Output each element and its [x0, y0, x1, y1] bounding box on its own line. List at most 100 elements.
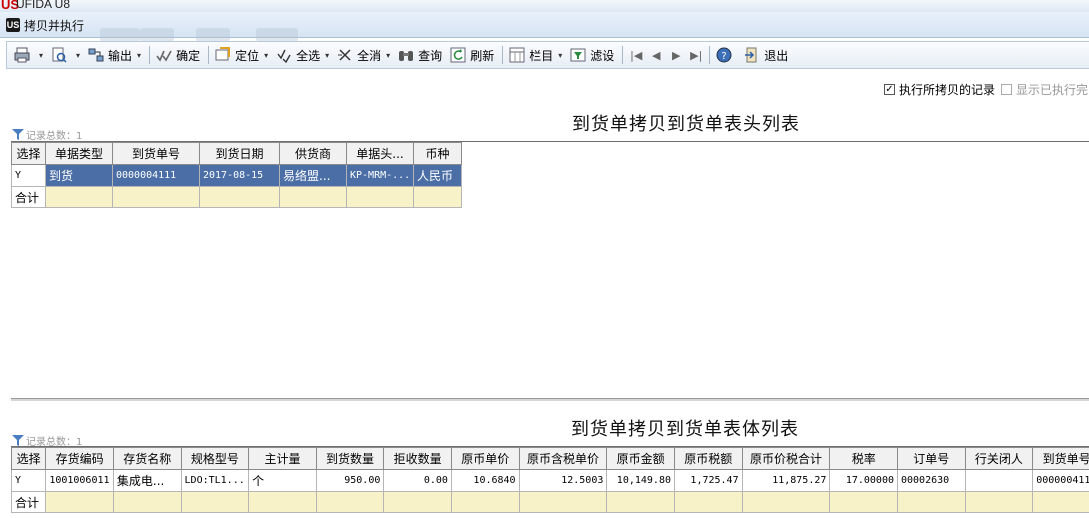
column-header[interactable]: 原币金额 [606, 447, 675, 470]
confirm-button[interactable]: 确定 [153, 44, 203, 66]
table-cell[interactable]: 到货 [45, 164, 113, 187]
app-title-bar: US UFIDA U8 [0, 0, 1089, 12]
toolbar-separator [502, 46, 504, 64]
column-header[interactable]: 选择 [10, 447, 47, 470]
table-cell[interactable]: 集成电... [112, 469, 182, 492]
next-record-button[interactable]: ▶ [666, 44, 686, 66]
print-button[interactable]: ▾ [11, 44, 46, 66]
total-cell [45, 491, 114, 513]
exit-button[interactable]: 退出 [741, 44, 791, 66]
select-cell[interactable]: Y [11, 164, 46, 187]
table-cell[interactable]: LDO:TL1... [180, 469, 250, 492]
column-header[interactable]: 原币税额 [673, 447, 743, 470]
refresh-button[interactable]: 刷新 [447, 44, 497, 66]
last-record-button[interactable]: ▶| [686, 44, 706, 66]
table-cell[interactable]: 0000004111 [1032, 469, 1089, 492]
total-cell [606, 491, 675, 513]
toolbar-separator [149, 46, 151, 64]
show-executed-checkbox[interactable] [1001, 83, 1012, 95]
table-cell[interactable]: 0.00 [383, 469, 452, 492]
column-header[interactable]: 到货单号 [112, 142, 200, 165]
column-header[interactable]: 行关闭人 [964, 447, 1034, 470]
total-cell [248, 491, 317, 513]
header-table: 选择 单据类型 到货单号 到货日期 供货商 单据头... 币种 Y 到货 000… [11, 142, 462, 208]
column-header[interactable]: 原币单价 [450, 447, 520, 470]
chevron-down-icon[interactable]: ▾ [325, 51, 329, 60]
first-record-button[interactable]: |◀ [626, 44, 646, 66]
column-header[interactable]: 税率 [829, 447, 898, 470]
column-header[interactable]: 订单号 [897, 447, 966, 470]
filter-icon [12, 435, 24, 446]
column-header[interactable]: 原币价税合计 [741, 447, 831, 470]
export-button[interactable]: 输出 ▾ [85, 44, 144, 66]
table-cell[interactable]: 17.00000 [829, 469, 898, 492]
column-header[interactable]: 供货商 [279, 142, 347, 165]
table-cell[interactable]: 00002630 [897, 469, 966, 492]
select-cell[interactable]: Y [10, 469, 47, 492]
chevron-down-icon[interactable]: ▾ [386, 51, 390, 60]
column-header[interactable]: 单据类型 [45, 142, 113, 165]
column-header[interactable]: 到货单号 [1032, 447, 1089, 470]
previous-record-button[interactable]: ◀ [646, 44, 666, 66]
columns-button[interactable]: 栏目 ▾ [506, 44, 565, 66]
toolbar-separator [208, 46, 210, 64]
query-button[interactable]: 查询 [395, 44, 445, 66]
column-header[interactable]: 选择 [11, 142, 46, 165]
filter-settings-icon [570, 47, 586, 63]
table-row[interactable]: Y 到货 0000004111 2017-08-15 易络盟... KP-MRM… [11, 164, 462, 187]
background-tab [100, 28, 140, 42]
column-header[interactable]: 原币含税单价 [518, 447, 608, 470]
help-button[interactable]: ? [713, 44, 739, 66]
column-header[interactable]: 存货编码 [45, 447, 114, 470]
table-cell[interactable]: 12.5003 [518, 469, 608, 492]
total-cell [180, 491, 250, 513]
show-executed-option[interactable]: 显示已执行完 [1001, 81, 1088, 97]
table-row[interactable]: Y 1001006011 集成电... LDO:TL1... 个 950.00 … [10, 469, 1089, 492]
table-cell[interactable]: 10,149.80 [606, 469, 675, 492]
table-cell[interactable]: 1,725.47 [673, 469, 743, 492]
deselect-all-label: 全消 [357, 48, 382, 63]
chevron-down-icon[interactable]: ▾ [39, 51, 43, 60]
deselect-all-button[interactable]: 全消 ▾ [334, 44, 393, 66]
confirm-label: 确定 [176, 48, 201, 63]
toolbar: ▾ ▾ 输出 ▾ 确定 定位 ▾ 全选 ▾ 全消 ▾ 查询 刷新 栏目 ▾ 滤设… [6, 41, 1089, 69]
exit-label: 退出 [764, 48, 789, 63]
column-header[interactable]: 存货名称 [112, 447, 182, 470]
table-cell[interactable]: 1001006011 [45, 469, 114, 492]
table-cell[interactable]: 个 [248, 469, 317, 492]
column-header[interactable]: 币种 [413, 142, 462, 165]
table-cell[interactable]: 0000004111 [112, 164, 200, 187]
chevron-down-icon[interactable]: ▾ [137, 51, 141, 60]
column-header[interactable]: 到货数量 [315, 447, 385, 470]
column-header[interactable]: 主计量 [248, 447, 317, 470]
total-cell [315, 491, 385, 513]
column-header[interactable]: 拒收数量 [383, 447, 452, 470]
column-header[interactable]: 单据头... [346, 142, 414, 165]
table-cell[interactable]: 950.00 [315, 469, 385, 492]
table-cell[interactable]: 11,875.27 [741, 469, 831, 492]
column-header[interactable]: 到货日期 [199, 142, 280, 165]
total-cell [450, 491, 520, 513]
total-row: 合计 [11, 186, 462, 208]
locate-button[interactable]: 定位 ▾ [212, 44, 271, 66]
column-header[interactable]: 规格型号 [180, 447, 250, 470]
binoculars-icon [398, 47, 414, 63]
execute-copied-option[interactable]: ✓ 执行所拷贝的记录 [884, 81, 995, 97]
chevron-down-icon[interactable]: ▾ [76, 51, 80, 60]
table-cell[interactable]: 10.6840 [450, 469, 520, 492]
execute-copied-checkbox[interactable]: ✓ [884, 83, 895, 95]
chevron-down-icon[interactable]: ▾ [558, 51, 562, 60]
table-cell[interactable]: 易络盟... [279, 164, 347, 187]
select-all-button[interactable]: 全选 ▾ [273, 44, 332, 66]
select-all-label: 全选 [296, 48, 321, 63]
preview-button[interactable]: ▾ [48, 44, 83, 66]
table-cell[interactable]: 2017-08-15 [199, 164, 280, 187]
table-cell[interactable]: 人民币 [413, 164, 462, 187]
list-splitter[interactable] [11, 398, 1089, 401]
table-cell[interactable] [964, 469, 1034, 492]
table-cell[interactable]: KP-MRM-... [346, 164, 414, 187]
window-logo-icon: US [6, 18, 20, 32]
chevron-down-icon[interactable]: ▾ [264, 51, 268, 60]
filter-settings-button[interactable]: 滤设 [567, 44, 617, 66]
first-record-icon: |◀ [630, 48, 643, 62]
